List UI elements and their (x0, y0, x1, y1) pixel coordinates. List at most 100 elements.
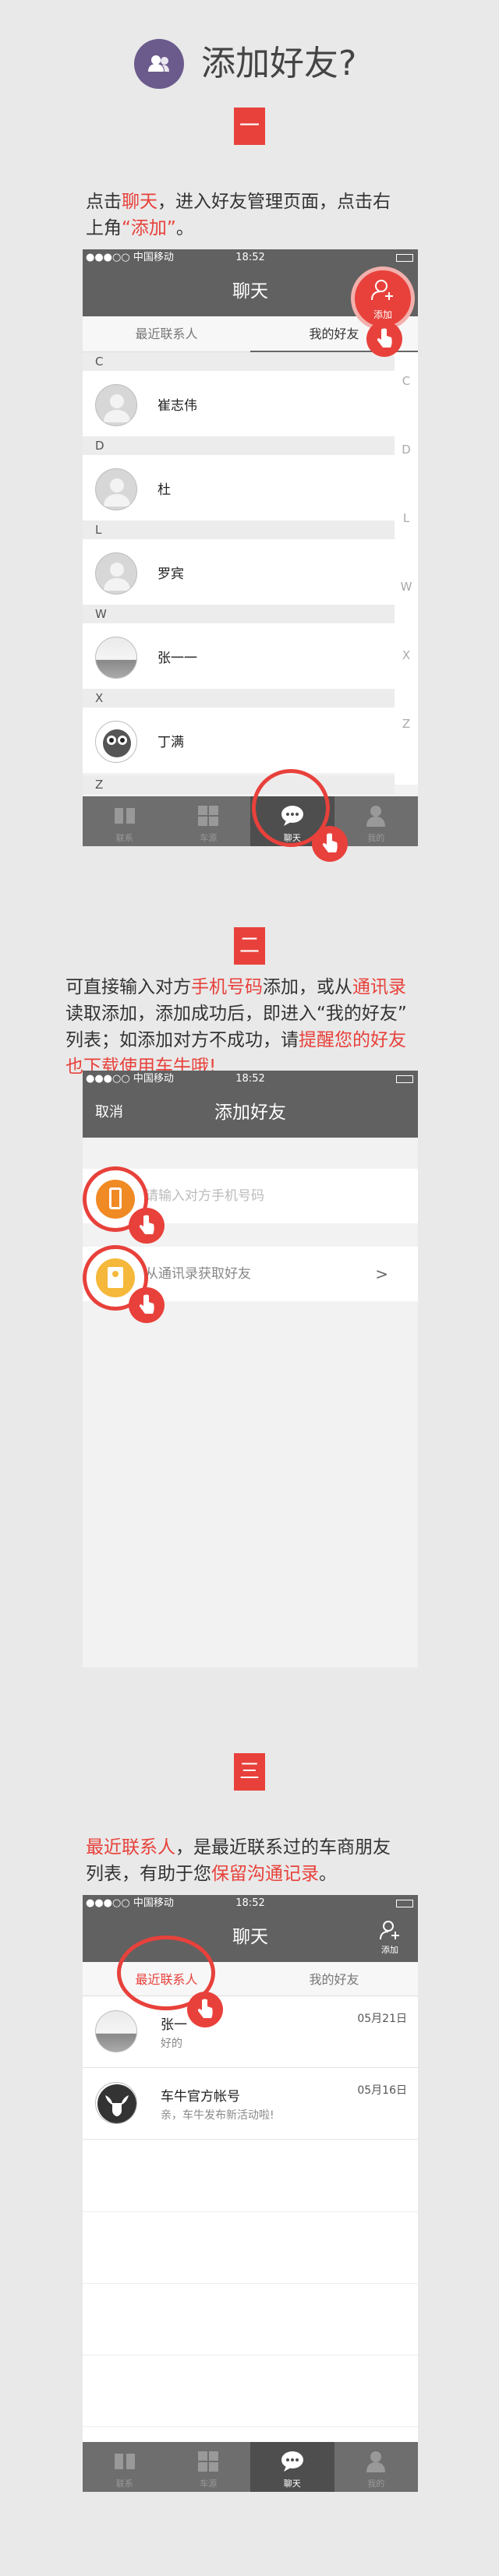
description-text: ，进入好友管理页面，点击右 (157, 192, 391, 212)
highlighted-text: 通讯录 (352, 977, 406, 997)
tab-label: 我的 (367, 2479, 385, 2489)
description-text: 列表；如添加对方不成功，请 (65, 1030, 299, 1050)
message-date: 05月16日 (357, 2084, 407, 2097)
friend-row[interactable]: 罗宾 (83, 539, 395, 605)
tap-hand-icon (129, 1208, 165, 1244)
step-description: 点击聊天，进入好友管理页面，点击右上角“添加”。 (86, 189, 429, 242)
step-badge: 一 (234, 108, 265, 145)
description-text: 点击 (86, 192, 122, 212)
description-text: 读取添加，添加成功后，即进入“我的好友” (65, 1004, 407, 1024)
status-bar: ●●●○○ 中国移动 18:52 (83, 1071, 418, 1088)
description-text: 上角 (86, 218, 122, 238)
highlighted-text: 最近联系人 (86, 1837, 175, 1858)
tap-hand-icon (129, 1287, 165, 1323)
friend-row[interactable]: 崔志伟 (83, 371, 395, 436)
contact-name: 张一 (161, 2017, 187, 2033)
grid-icon (167, 803, 251, 828)
section-header: W (83, 605, 395, 623)
tab-label: 联系 (115, 2479, 133, 2489)
nav-bar: 添加好友 取消 (83, 1088, 418, 1138)
description-text: 添加，或从 (263, 977, 352, 997)
add-label: 添加 (373, 309, 392, 320)
battery-icon (396, 254, 413, 262)
contact-name: 车牛官方帐号 (161, 2089, 240, 2105)
index-letter[interactable]: W (395, 580, 418, 594)
friend-row[interactable]: 杜 (83, 455, 395, 520)
highlighted-text: 聊天 (122, 192, 157, 212)
step-description: 可直接输入对方手机号码添加，或从通讯录 读取添加，添加成功后，即进入“我的好友” 列… (65, 974, 440, 1080)
status-bar: ●●●○○ 中国移动 18:52 (83, 1895, 418, 1912)
friend-row[interactable]: 丁满 (83, 708, 395, 773)
bottom-tab-bar: 联系 车源 聊天 我的 (83, 796, 418, 846)
section-header: D (83, 436, 395, 455)
phone-number-input[interactable]: 请输入对方手机号码 (145, 1169, 264, 1223)
description-text: 。 (175, 218, 194, 238)
chevron-right-icon: > (375, 1265, 388, 1283)
friend-name: 丁满 (157, 735, 184, 750)
tab-item[interactable]: 联系 (83, 2442, 167, 2492)
status-bar: ●●●○○ 中国移动 18:52 (83, 249, 418, 266)
clock: 18:52 (235, 1897, 265, 1909)
message-date: 05月21日 (357, 2013, 407, 2025)
book-icon (83, 2449, 167, 2474)
tab-recent-contacts[interactable]: 最近联系人 (83, 316, 250, 352)
index-letter[interactable]: L (395, 511, 418, 525)
divider (83, 2426, 418, 2427)
index-letter[interactable]: D (395, 443, 418, 457)
add-user-icon (380, 1921, 399, 1940)
page-title: 添加好友? (201, 44, 357, 83)
index-letter[interactable]: X (395, 648, 418, 662)
battery-icon (396, 1075, 413, 1083)
step-badge: 二 (234, 927, 265, 965)
clock: 18:52 (235, 252, 265, 263)
friend-name: 张一一 (157, 651, 197, 666)
battery-icon (396, 1900, 413, 1907)
nav-title: 添加好友 (214, 1103, 286, 1123)
section-header: Z (83, 775, 395, 794)
conversation-row[interactable]: 车牛官方帐号 亲，车牛发布新活动啦! 05月16日 (83, 2068, 418, 2140)
tab-label: 联系 (115, 833, 133, 843)
conversation-row[interactable]: 张一好的 05月21日 (83, 1996, 418, 2068)
address-book-icon (96, 1258, 135, 1297)
person-icon (334, 803, 419, 828)
book-icon (83, 803, 167, 828)
tab-item[interactable]: 联系 (83, 796, 167, 846)
add-friend-button[interactable]: 添加 (377, 1918, 402, 1956)
tab-item[interactable]: 车源 (167, 2442, 251, 2492)
index-letter[interactable]: C (395, 374, 418, 388)
avatar (95, 468, 137, 510)
tab-item[interactable]: 车源 (167, 796, 251, 846)
avatar (95, 384, 137, 426)
highlighted-text: 手机号码 (191, 977, 263, 997)
description-text: ，是最近联系过的车商朋友 (175, 1837, 391, 1858)
tab-my-friends[interactable]: 我的好友 (250, 1962, 418, 1998)
description-text: 列表，有助于您 (86, 1864, 211, 1884)
step-badge: 三 (234, 1753, 265, 1791)
index-letter[interactable]: Z (395, 717, 418, 731)
cancel-button[interactable]: 取消 (95, 1088, 123, 1138)
mobile-phone-icon (96, 1180, 135, 1219)
bottom-tab-bar: 联系 车源聊天 我的 (83, 2442, 418, 2492)
friend-name: 杜 (157, 482, 171, 498)
highlighted-text: “添加” (122, 218, 176, 238)
tab-label: 聊天 (283, 2479, 301, 2489)
avatar (95, 552, 137, 595)
tab-chat[interactable]: 聊天 (250, 2442, 334, 2492)
tap-hand-icon (187, 1992, 223, 2027)
section-header: C (83, 352, 395, 371)
add-friend-screen: ●●●○○ 中国移动 18:52 添加好友 取消 请输入对方手机号码 从通讯录获… (83, 1071, 418, 1667)
highlighted-text: 保留沟通记录 (211, 1864, 319, 1884)
friend-name: 崔志伟 (157, 398, 197, 414)
section-header: L (83, 520, 395, 539)
contacts-label: 从通讯录获取好友 (145, 1266, 251, 1282)
alpha-index[interactable]: C D L W X Z (395, 352, 418, 785)
chat-bubble-icon (250, 2449, 334, 2474)
friend-name: 罗宾 (157, 566, 184, 582)
avatar (95, 2082, 137, 2124)
step-description: 最近联系人，是最近联系过的车商朋友 列表，有助于您保留沟通记录。 (86, 1834, 452, 1887)
last-message: 好的 (161, 2038, 182, 2050)
tab-label: 车源 (200, 833, 218, 843)
friend-row[interactable]: 张一一 (83, 623, 395, 689)
tab-item[interactable]: 我的 (334, 2442, 419, 2492)
highlighted-text: 提醒您的好友 (299, 1030, 406, 1050)
